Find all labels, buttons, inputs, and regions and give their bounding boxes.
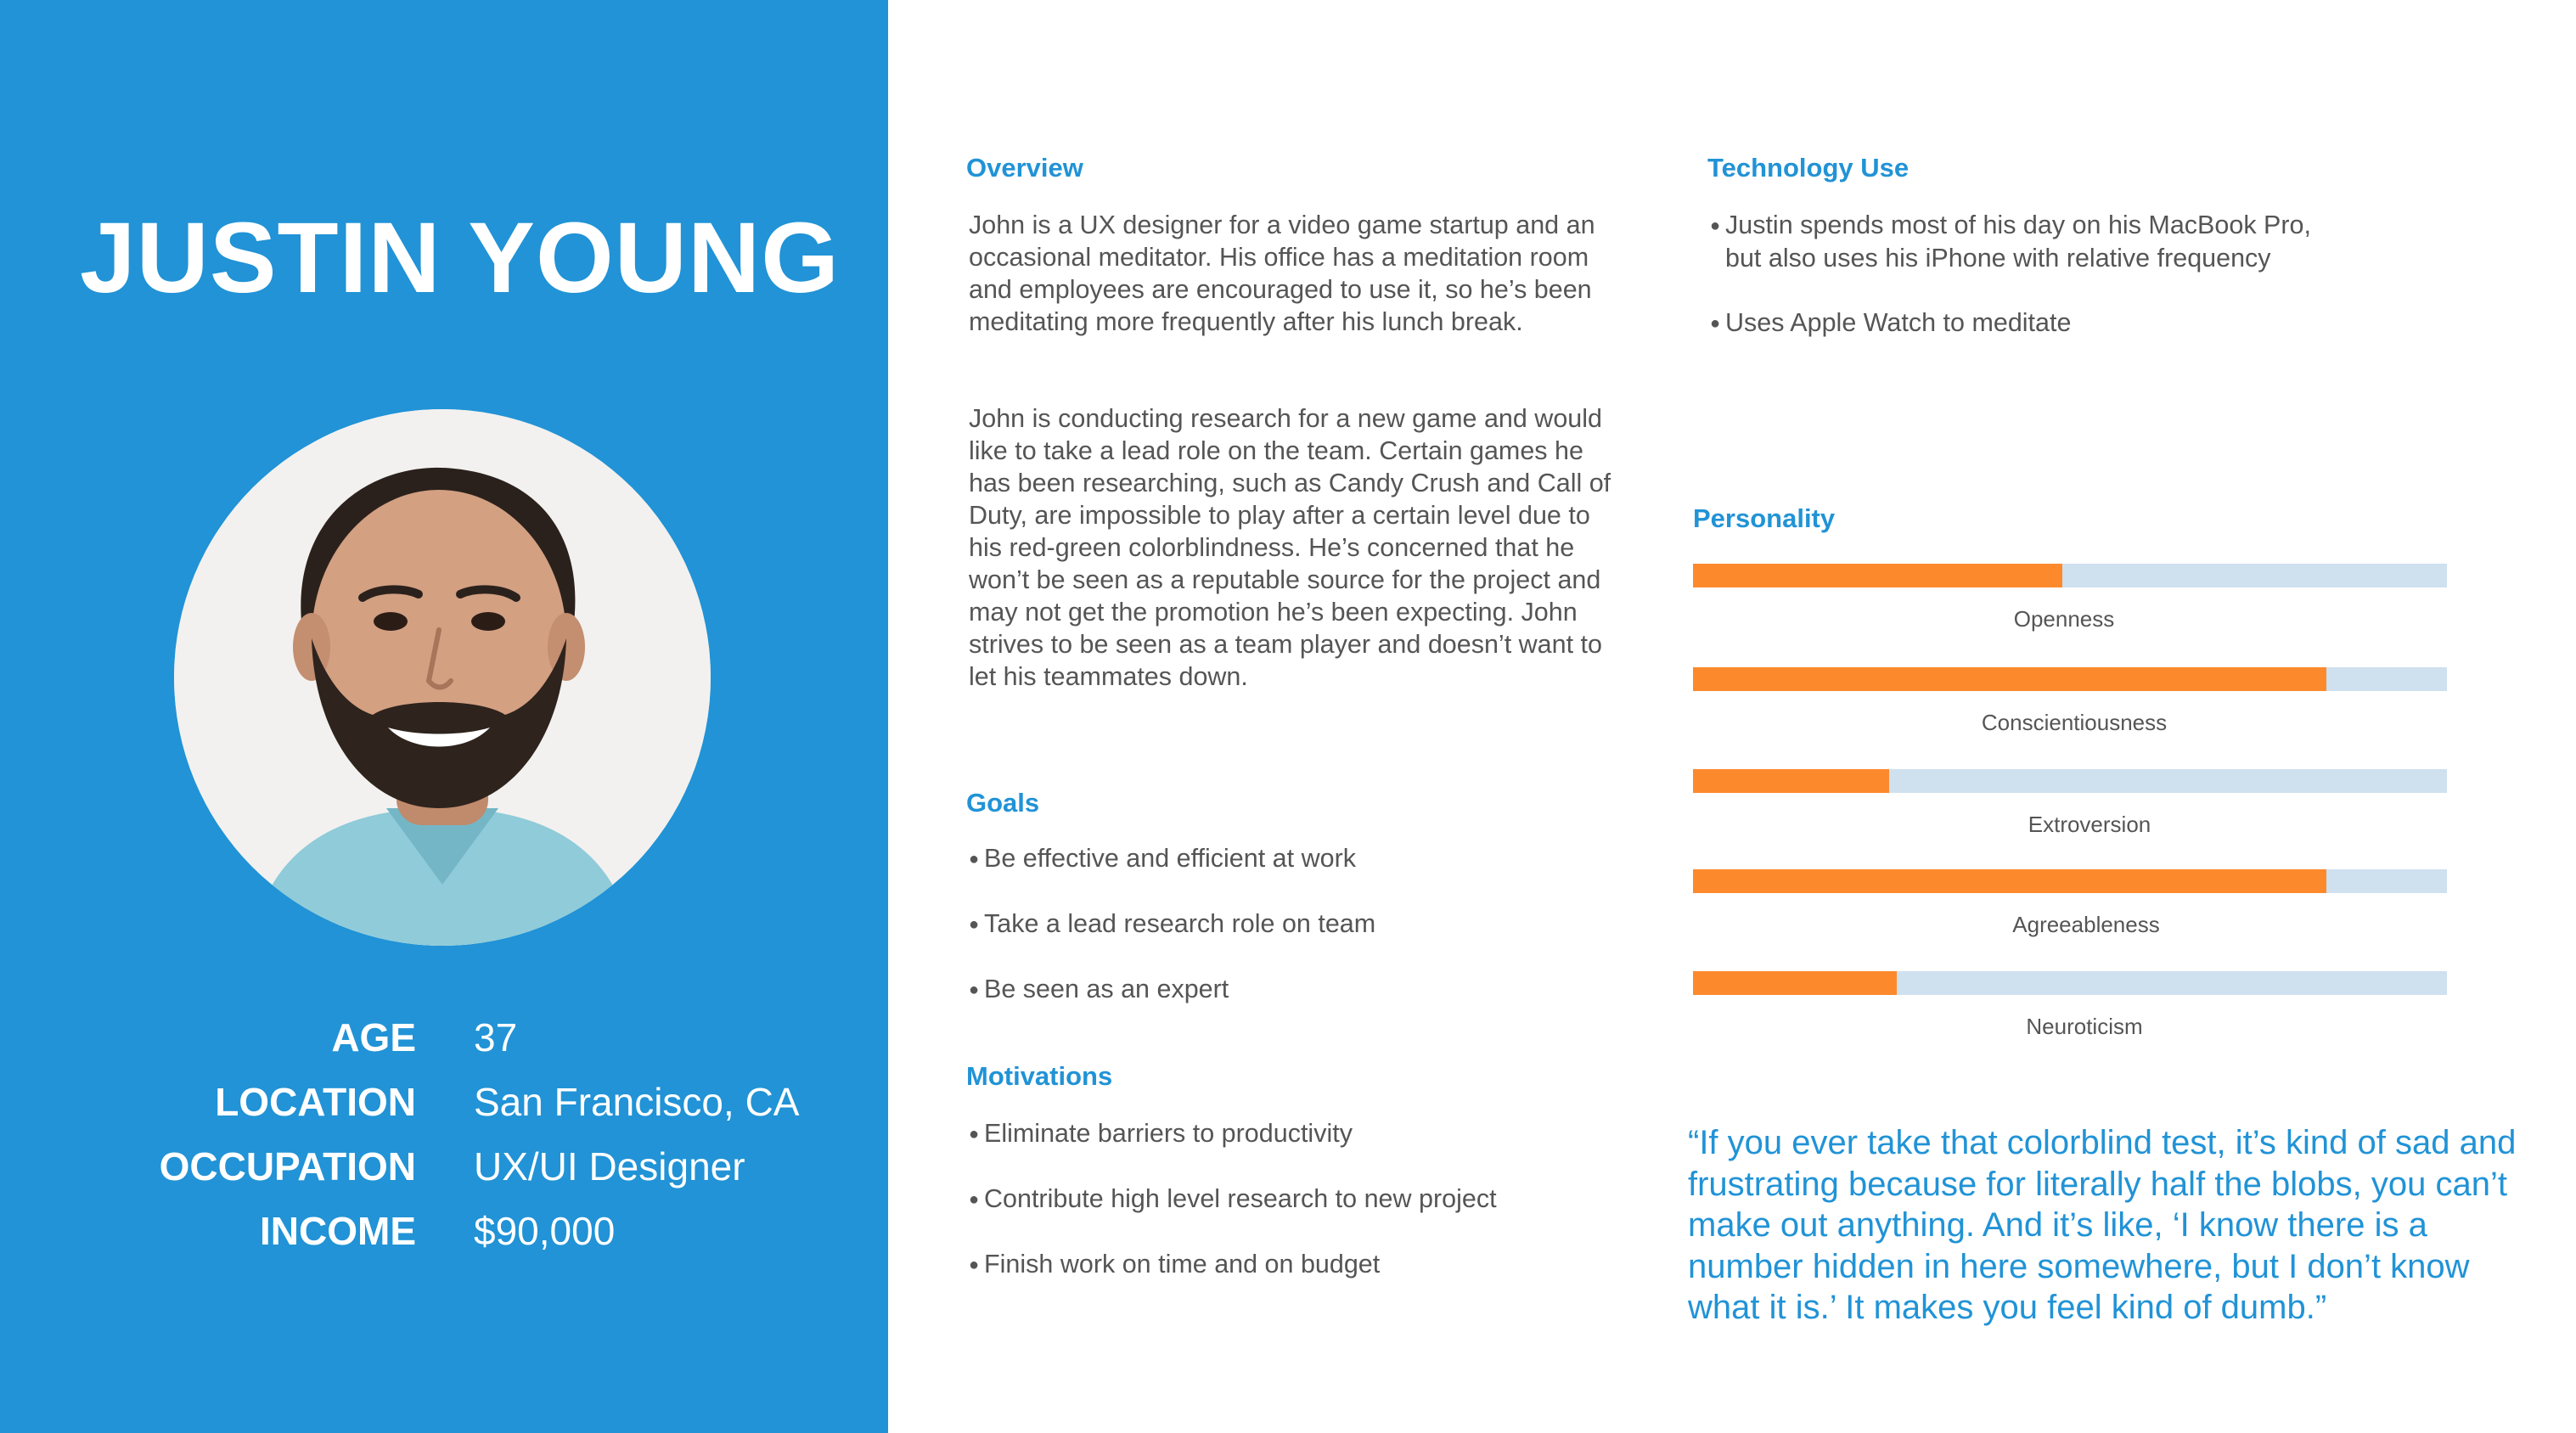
list-item: ● Contribute high level research to new p…: [969, 1183, 1614, 1216]
fact-value: 37: [474, 1015, 518, 1059]
personality-heading: Personality: [1693, 503, 1836, 533]
bullet-icon: ●: [1710, 216, 1721, 235]
persona-panel: JUSTIN YOUNG AGE 37 LOCATION San Francis…: [0, 0, 888, 1433]
bullet-icon: ●: [969, 1256, 980, 1274]
fact-value: UX/UI Designer: [474, 1144, 745, 1189]
list-item: ● Take a lead research role on team: [969, 908, 1614, 941]
persona-photo: [174, 409, 711, 946]
trait-bar-track: [1693, 769, 2447, 793]
trait-label: Openness: [2013, 606, 2115, 632]
goal-text: Be seen as an expert: [984, 975, 1229, 1003]
trait-bar-fill: [1693, 869, 2326, 893]
technology-text: Uses Apple Watch to meditate: [1725, 308, 2072, 337]
list-item: ● Eliminate barriers to productivity: [969, 1117, 1614, 1150]
goals-list: ● Be effective and efficient at work ● Tak…: [969, 842, 1614, 1038]
technology-text: Justin spends most of his day on his Mac…: [1725, 211, 2311, 273]
trait-neuroticism: Neuroticism: [1693, 971, 2447, 1039]
fact-label: AGE: [331, 1015, 416, 1059]
trait-bar-fill: [1693, 564, 2063, 587]
trait-extroversion: Extroversion: [1693, 769, 2447, 837]
list-item: ● Be seen as an expert: [969, 973, 1614, 1006]
bullet-icon: ●: [969, 981, 980, 999]
fact-age: AGE 37: [0, 1014, 888, 1079]
trait-bar-track: [1693, 667, 2447, 691]
fact-income: INCOME $90,000: [0, 1208, 888, 1273]
overview-paragraph-2: John is conducting research for a new ga…: [969, 404, 1611, 691]
goals-heading: Goals: [966, 788, 1040, 818]
motivations-list: ● Eliminate barriers to productivity ● Con…: [969, 1117, 1614, 1313]
technology-heading: Technology Use: [1707, 153, 1910, 183]
fact-value: San Francisco, CA: [474, 1080, 800, 1124]
list-item: ● Finish work on time and on budget: [969, 1248, 1614, 1281]
trait-bar-fill: [1693, 769, 1889, 793]
bullet-icon: ●: [969, 1125, 980, 1144]
persona-quote: “If you ever take that colorblind test, …: [1688, 1124, 2517, 1326]
trait-openness: Openness: [1693, 564, 2447, 632]
overview-heading: Overview: [966, 153, 1083, 183]
motivation-text: Eliminate barriers to productivity: [984, 1119, 1353, 1148]
bullet-icon: ●: [1710, 314, 1721, 333]
trait-bar-track: [1693, 564, 2447, 587]
motivations-heading: Motivations: [966, 1061, 1113, 1091]
list-item: ● Uses Apple Watch to meditate: [1710, 306, 2338, 340]
trait-bar-fill: [1693, 667, 2326, 691]
fact-label: INCOME: [260, 1209, 416, 1253]
fact-label: LOCATION: [215, 1080, 416, 1124]
trait-label: Conscientiousness: [1981, 710, 2168, 735]
bullet-icon: ●: [969, 1190, 980, 1209]
trait-agreeableness: Agreeableness: [1693, 869, 2447, 937]
motivation-text: Contribute high level research to new pr…: [984, 1184, 1497, 1213]
technology-list: ● Justin spends most of his day on his Ma…: [1710, 209, 2338, 372]
trait-bar-track: [1693, 869, 2447, 893]
trait-label: Agreeableness: [2012, 912, 2160, 937]
motivation-text: Finish work on time and on budget: [984, 1250, 1381, 1278]
goal-text: Take a lead research role on team: [984, 909, 1376, 938]
list-item: ● Be effective and efficient at work: [969, 842, 1614, 875]
bullet-icon: ●: [969, 915, 980, 934]
trait-bar-track: [1693, 971, 2447, 995]
trait-conscientiousness: Conscientiousness: [1693, 667, 2447, 735]
trait-label: Extroversion: [2028, 812, 2151, 837]
persona-facts: AGE 37 LOCATION San Francisco, CA OCCUPA…: [0, 1014, 888, 1273]
fact-location: LOCATION San Francisco, CA: [0, 1079, 888, 1144]
bullet-icon: ●: [969, 850, 980, 868]
fact-label: OCCUPATION: [159, 1144, 416, 1189]
overview-paragraph-1: John is a UX designer for a video game s…: [969, 211, 1595, 336]
fact-occupation: OCCUPATION UX/UI Designer: [0, 1144, 888, 1208]
persona-photo-illustration: [174, 409, 711, 946]
fact-value: $90,000: [474, 1209, 616, 1253]
goal-text: Be effective and efficient at work: [984, 844, 1356, 873]
persona-name: JUSTIN YOUNG: [80, 202, 840, 314]
trait-label: Neuroticism: [2026, 1014, 2143, 1039]
trait-bar-fill: [1693, 971, 1897, 995]
list-item: ● Justin spends most of his day on his Ma…: [1710, 209, 2338, 274]
